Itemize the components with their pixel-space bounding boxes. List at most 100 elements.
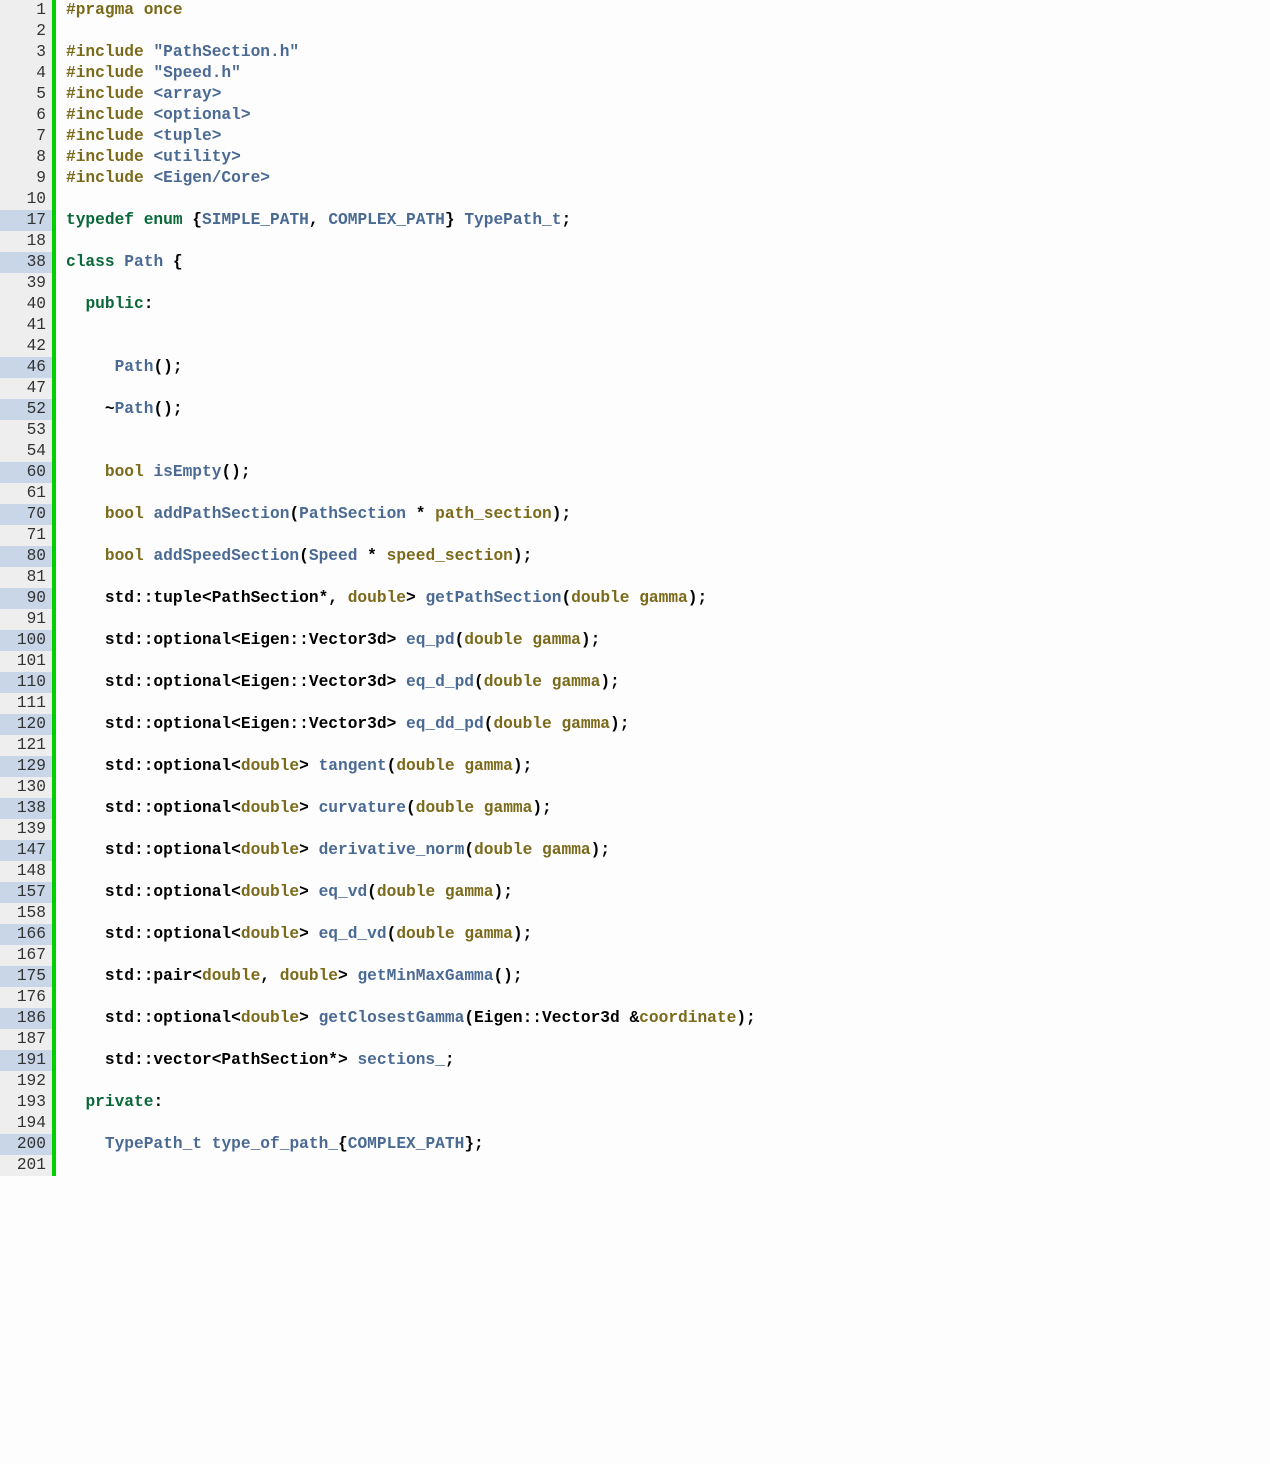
line-number: 120 [0,714,52,735]
line-number: 3 [0,42,52,63]
line-number: 5 [0,84,52,105]
code-line: 1#pragma once [0,0,1024,21]
line-number: 158 [0,903,52,924]
line-number: 191 [0,1050,52,1071]
code-line: 100 std::optional<Eigen::Vector3d> eq_pd… [0,630,1024,651]
line-number: 46 [0,357,52,378]
line-number: 90 [0,588,52,609]
line-number: 70 [0,504,52,525]
code-line: 53 [0,420,1024,441]
code-content: typedef enum {SIMPLE_PATH, COMPLEX_PATH}… [56,210,571,231]
code-content [56,861,66,882]
line-number: 192 [0,1071,52,1092]
code-content [56,189,66,210]
line-number: 54 [0,441,52,462]
line-number: 80 [0,546,52,567]
line-number: 130 [0,777,52,798]
code-line: 167 [0,945,1024,966]
line-number: 91 [0,609,52,630]
code-content: std::pair<double, double> getMinMaxGamma… [56,966,523,987]
code-line: 38class Path { [0,252,1024,273]
code-line: 39 [0,273,1024,294]
code-content: #include <utility> [56,147,241,168]
code-content [56,945,66,966]
code-content: std::optional<Eigen::Vector3d> eq_pd(dou… [56,630,600,651]
code-line: 192 [0,1071,1024,1092]
line-number: 52 [0,399,52,420]
code-line: 8#include <utility> [0,147,1024,168]
code-line: 157 std::optional<double> eq_vd(double g… [0,882,1024,903]
code-content: std::optional<double> derivative_norm(do… [56,840,610,861]
line-number: 18 [0,231,52,252]
code-line: 80 bool addSpeedSection(Speed * speed_se… [0,546,1024,567]
line-number: 81 [0,567,52,588]
code-line: 130 [0,777,1024,798]
code-line: 70 bool addPathSection(PathSection * pat… [0,504,1024,525]
line-number: 148 [0,861,52,882]
line-number: 10 [0,189,52,210]
line-number: 17 [0,210,52,231]
code-content: private: [56,1092,163,1113]
code-line: 40 public: [0,294,1024,315]
code-line: 81 [0,567,1024,588]
code-line: 60 bool isEmpty(); [0,462,1024,483]
code-content [56,21,66,42]
code-line: 6#include <optional> [0,105,1024,126]
code-line: 194 [0,1113,1024,1134]
code-line: 61 [0,483,1024,504]
code-line: 201 [0,1155,1024,1176]
line-number: 61 [0,483,52,504]
line-number: 8 [0,147,52,168]
line-number: 200 [0,1134,52,1155]
code-line: 148 [0,861,1024,882]
line-number: 187 [0,1029,52,1050]
code-content: public: [56,294,153,315]
line-number: 175 [0,966,52,987]
code-line: 91 [0,609,1024,630]
line-number: 39 [0,273,52,294]
code-content [56,819,66,840]
code-content [56,903,66,924]
line-number: 111 [0,693,52,714]
line-number: 53 [0,420,52,441]
code-line: 111 [0,693,1024,714]
code-content [56,777,66,798]
code-content: #include <array> [56,84,221,105]
line-number: 2 [0,21,52,42]
code-content [56,441,66,462]
code-content: bool addSpeedSection(Speed * speed_secti… [56,546,532,567]
code-line: 186 std::optional<double> getClosestGamm… [0,1008,1024,1029]
code-line: 5#include <array> [0,84,1024,105]
code-content [56,525,66,546]
code-content: std::optional<double> tangent(double gam… [56,756,532,777]
line-number: 167 [0,945,52,966]
code-content [56,609,66,630]
code-content: #include <tuple> [56,126,221,147]
code-line: 158 [0,903,1024,924]
code-content: ~Path(); [56,399,183,420]
code-content [56,420,66,441]
code-line: 166 std::optional<double> eq_d_vd(double… [0,924,1024,945]
code-line: 10 [0,189,1024,210]
line-number: 71 [0,525,52,546]
line-number: 101 [0,651,52,672]
line-number: 201 [0,1155,52,1176]
code-line: 121 [0,735,1024,756]
line-number: 100 [0,630,52,651]
code-content: std::optional<Eigen::Vector3d> eq_dd_pd(… [56,714,629,735]
code-line: 17typedef enum {SIMPLE_PATH, COMPLEX_PAT… [0,210,1024,231]
line-number: 110 [0,672,52,693]
code-line: 2 [0,21,1024,42]
code-block: 1#pragma once23#include "PathSection.h"4… [0,0,1024,1176]
line-number: 9 [0,168,52,189]
line-number: 4 [0,63,52,84]
code-content [56,693,66,714]
code-line: 193 private: [0,1092,1024,1113]
code-content [56,567,66,588]
code-line: 41 [0,315,1024,336]
code-line: 9#include <Eigen/Core> [0,168,1024,189]
code-content [56,1113,66,1134]
code-content: std::optional<double> getClosestGamma(Ei… [56,1008,756,1029]
line-number: 176 [0,987,52,1008]
code-line: 3#include "PathSection.h" [0,42,1024,63]
